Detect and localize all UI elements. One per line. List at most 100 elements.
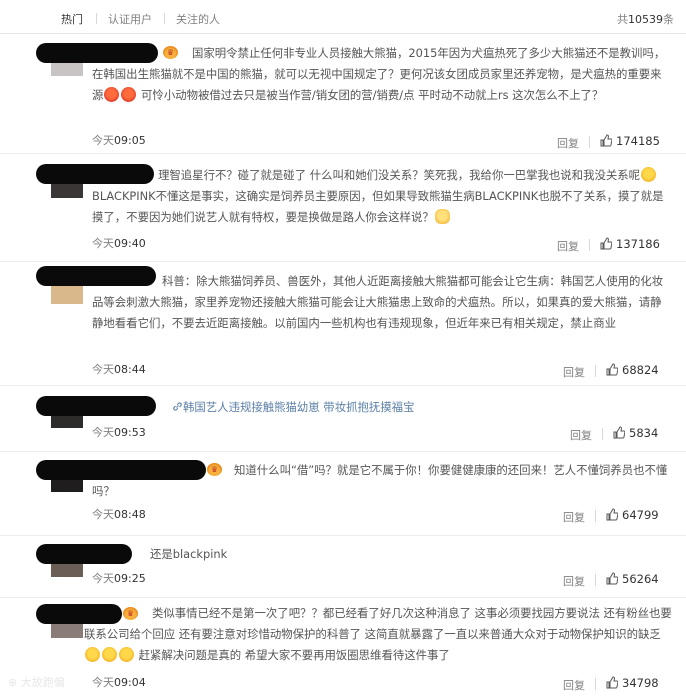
comment-text-part1: 还是blackpink xyxy=(150,547,228,561)
hand-emoji-icon xyxy=(434,209,450,224)
laughing-emoji-icon xyxy=(119,647,134,662)
time-clock: 09:53 xyxy=(114,426,146,439)
like-button[interactable]: 64799 xyxy=(606,508,659,522)
action-divider xyxy=(595,574,596,586)
thumbs-up-icon xyxy=(606,676,618,689)
like-button[interactable]: 137186 xyxy=(600,237,660,251)
username-redacted[interactable] xyxy=(36,396,156,416)
reply-button[interactable]: 回复 xyxy=(563,509,585,525)
laughing-emoji-icon xyxy=(641,167,657,182)
comment-text-part1: 理智追星行不？碰了就是碰了 什么叫和她们没关系？笑死我，我给你一巴掌我也说和我没… xyxy=(158,168,641,182)
comment-item: ♛ 知道什么叫“借”吗？就是它不属于你！你要健健康康的还回来！艺人不懂饲养员也不… xyxy=(0,452,686,536)
comment-text: 理智追星行不？碰了就是碰了 什么叫和她们没关系？笑死我，我给你一巴掌我也说和我没… xyxy=(92,165,672,228)
like-button[interactable]: 68824 xyxy=(606,363,659,377)
comment-text-part1: 科普：除大熊猫饲养员、兽医外，其他人近距离接触大熊猫都可能会让它生病：韩国艺人使… xyxy=(92,274,664,330)
time-day: 今天 xyxy=(92,508,114,521)
comment-timestamp: 今天09:53 xyxy=(92,424,146,440)
comment-timestamp: 今天09:40 xyxy=(92,235,146,251)
time-clock: 09:40 xyxy=(114,237,146,250)
comment-item: ♛ 类似事情已经不是第一次了吧？？都已经看了好几次这种消息了 这事必须要找园方要… xyxy=(0,598,686,698)
comment-tabs-bar: 热门 认证用户 关注的人 共10539条 xyxy=(0,0,686,34)
time-day: 今天 xyxy=(92,363,114,376)
thumbs-up-icon xyxy=(613,426,625,439)
comment-text: 国家明令禁止任何非专业人员接触大熊猫，2015年因为犬瘟热死了多少大熊猫还不是教… xyxy=(92,43,672,106)
thumbs-up-icon xyxy=(606,572,618,585)
comment-item: 还是blackpink 今天09:25 回复 56264 xyxy=(0,536,686,598)
comment-text-part2: BLACKPINK不懂这是事实，这确实是饲养员主要原因，但如果导致熊猫生病BLA… xyxy=(92,189,664,224)
comment-item: ♛ 国家明令禁止任何非专业人员接触大熊猫，2015年因为犬瘟热死了多少大熊猫还不… xyxy=(0,34,686,154)
angry-emoji-icon xyxy=(121,87,137,102)
topic-link[interactable]: 韩国艺人违规接触熊猫幼崽 带妆抓抱抚摸福宝 xyxy=(172,400,414,414)
time-day: 今天 xyxy=(92,572,114,585)
reply-button[interactable]: 回复 xyxy=(563,364,585,380)
time-day: 今天 xyxy=(92,426,114,439)
action-divider xyxy=(595,510,596,522)
like-count: 68824 xyxy=(622,363,659,377)
action-divider xyxy=(602,428,603,440)
reply-button[interactable]: 回复 xyxy=(570,427,592,443)
action-divider xyxy=(589,239,590,251)
time-clock: 09:04 xyxy=(114,676,146,689)
time-clock: 09:25 xyxy=(114,572,146,585)
tab-verified-users[interactable]: 认证用户 xyxy=(108,11,152,27)
action-divider xyxy=(595,678,596,690)
like-count: 174185 xyxy=(616,134,660,148)
comment-item: 韩国艺人违规接触熊猫幼崽 带妆抓抱抚摸福宝 今天09:53 回复 5834 xyxy=(0,386,686,452)
topic-link-text: 韩国艺人违规接触熊猫幼崽 带妆抓抱抚摸福宝 xyxy=(183,400,415,414)
like-button[interactable]: 56264 xyxy=(606,572,659,586)
comment-text: 韩国艺人违规接触熊猫幼崽 带妆抓抱抚摸福宝 xyxy=(172,397,572,418)
like-count: 5834 xyxy=(629,426,659,440)
reply-button[interactable]: 回复 xyxy=(563,677,585,693)
like-button[interactable]: 174185 xyxy=(600,134,660,148)
comment-text: 类似事情已经不是第一次了吧？？都已经看了好几次这种消息了 这事必须要找园方要说法… xyxy=(84,603,674,666)
laughing-emoji-icon xyxy=(85,647,100,662)
like-button[interactable]: 5834 xyxy=(613,426,658,440)
total-prefix: 共 xyxy=(617,13,628,26)
total-suffix: 条 xyxy=(663,13,674,26)
tab-hot[interactable]: 热门 xyxy=(61,11,83,27)
like-count: 137186 xyxy=(616,237,660,251)
thumbs-up-icon xyxy=(600,237,612,250)
comment-item: 科普：除大熊猫饲养员、兽医外，其他人近距离接触大熊猫都可能会让它生病：韩国艺人使… xyxy=(0,262,686,386)
comment-total-count: 共10539条 xyxy=(617,11,674,27)
comment-timestamp: 今天08:44 xyxy=(92,361,146,377)
comment-text-part1: 类似事情已经不是第一次了吧？？都已经看了好几次这种消息了 这事必须要找园方要说法… xyxy=(84,606,672,641)
watermark-logo-icon: ⊕ xyxy=(8,676,18,689)
comment-text-part2: 可怜小动物被借过去只是被当作营/销女团的营/销费/点 平时动不动就上rs 这次怎… xyxy=(141,88,604,102)
username-redacted[interactable] xyxy=(36,544,132,564)
tab-following[interactable]: 关注的人 xyxy=(176,11,220,27)
angry-emoji-icon xyxy=(104,87,120,102)
thumbs-up-icon xyxy=(606,363,618,376)
total-number: 10539 xyxy=(628,13,663,26)
comment-timestamp: 今天09:25 xyxy=(92,570,146,586)
like-count: 64799 xyxy=(622,508,659,522)
comment-item: 理智追星行不？碰了就是碰了 什么叫和她们没关系？笑死我，我给你一巴掌我也说和我没… xyxy=(0,154,686,262)
thumbs-up-icon xyxy=(600,134,612,147)
link-icon xyxy=(173,402,182,411)
comment-timestamp: 今天08:48 xyxy=(92,506,146,522)
like-button[interactable]: 34798 xyxy=(606,676,659,690)
time-clock: 09:05 xyxy=(114,134,146,147)
time-day: 今天 xyxy=(92,676,114,689)
tab-divider xyxy=(96,13,97,24)
comment-text-part1: 知道什么叫“借”吗？就是它不属于你！你要健健康康的还回来！艺人不懂饲养员也不懂吗… xyxy=(92,463,668,498)
watermark: ⊕ 大故跑偏 xyxy=(8,674,65,690)
thumbs-up-icon xyxy=(606,508,618,521)
reply-button[interactable]: 回复 xyxy=(557,238,579,254)
time-clock: 08:44 xyxy=(114,363,146,376)
time-day: 今天 xyxy=(92,134,114,147)
like-count: 34798 xyxy=(622,676,659,690)
laughing-emoji-icon xyxy=(102,647,117,662)
tab-divider xyxy=(164,13,165,24)
reply-button[interactable]: 回复 xyxy=(563,573,585,589)
action-divider xyxy=(589,136,590,148)
comment-text-part2: 赶紧解决问题是真的 希望大家不要再用饭圈思维看待这件事了 xyxy=(138,648,450,662)
watermark-text: 大故跑偏 xyxy=(20,676,65,689)
like-count: 56264 xyxy=(622,572,659,586)
comment-text: 还是blackpink xyxy=(150,544,450,565)
reply-button[interactable]: 回复 xyxy=(557,135,579,151)
comment-timestamp: 今天09:05 xyxy=(92,132,146,148)
time-clock: 08:48 xyxy=(114,508,146,521)
time-day: 今天 xyxy=(92,237,114,250)
comment-text: 知道什么叫“借”吗？就是它不属于你！你要健健康康的还回来！艺人不懂饲养员也不懂吗… xyxy=(92,460,672,502)
